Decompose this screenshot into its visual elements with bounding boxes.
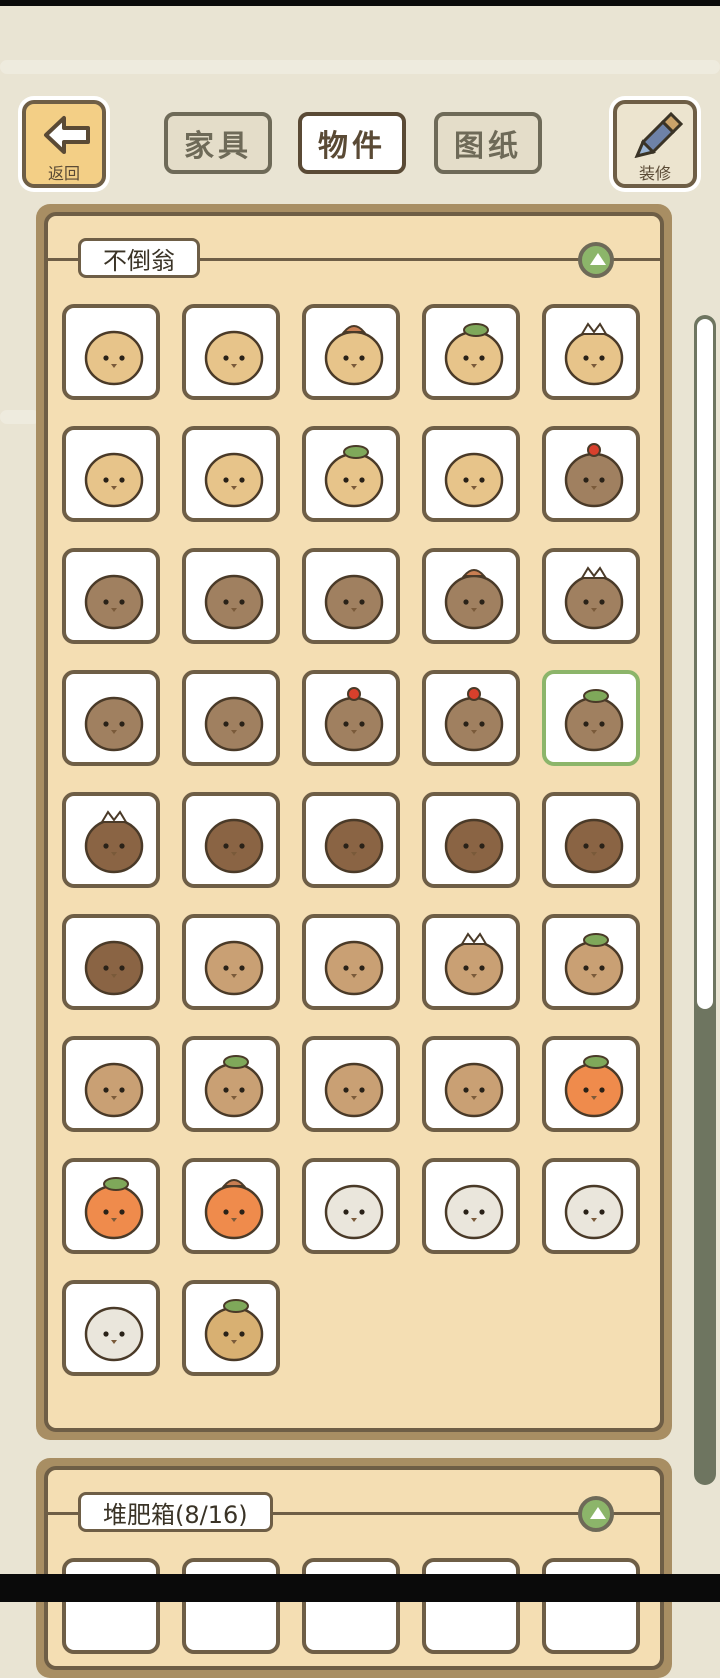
item-tile[interactable] [422, 548, 520, 644]
item-tile[interactable] [542, 426, 640, 522]
item-tile[interactable] [422, 1158, 520, 1254]
background-streak [0, 410, 40, 424]
item-tile[interactable] [62, 1558, 160, 1654]
item-tile[interactable] [422, 670, 520, 766]
item-tile[interactable] [182, 1558, 280, 1654]
section-title: 堆肥箱(8/16) [78, 1492, 273, 1532]
back-label: 返回 [47, 164, 80, 183]
item-tile[interactable] [302, 304, 400, 400]
item-tile[interactable] [302, 1036, 400, 1132]
item-tile[interactable] [182, 792, 280, 888]
item-tile[interactable] [182, 1280, 280, 1376]
item-tile[interactable] [422, 1036, 520, 1132]
decorate-button[interactable]: 装修 [613, 100, 697, 188]
back-button[interactable]: 返回 [22, 100, 106, 188]
item-tile[interactable] [302, 1558, 400, 1654]
item-tile[interactable] [182, 426, 280, 522]
item-tile[interactable] [302, 792, 400, 888]
item-tile[interactable] [62, 304, 160, 400]
collapse-button[interactable] [578, 1496, 614, 1532]
section-panel-tumbler: 不倒翁 [36, 204, 672, 1440]
item-tile[interactable] [542, 914, 640, 1010]
item-tile[interactable] [302, 548, 400, 644]
arrow-left-icon [44, 116, 90, 154]
status-bar [0, 0, 720, 6]
item-tile[interactable] [182, 914, 280, 1010]
item-tile[interactable] [542, 548, 640, 644]
item-tile[interactable] [542, 1558, 640, 1654]
item-tile[interactable] [182, 1036, 280, 1132]
tab-furniture[interactable]: 家具 [164, 112, 272, 174]
item-tile[interactable] [542, 792, 640, 888]
paint-brush-icon [634, 112, 683, 158]
tab-blueprints[interactable]: 图纸 [434, 112, 542, 174]
item-tile[interactable] [62, 1158, 160, 1254]
scrollbar-thumb[interactable] [697, 319, 713, 1009]
item-tile[interactable] [422, 426, 520, 522]
item-tile[interactable] [542, 304, 640, 400]
navigation-bar [0, 1574, 720, 1602]
item-tile[interactable] [62, 426, 160, 522]
item-tile[interactable] [542, 1036, 640, 1132]
section-panel-compost: 堆肥箱(8/16) [36, 1458, 672, 1678]
tab-items[interactable]: 物件 [298, 112, 406, 174]
item-tile[interactable] [62, 1280, 160, 1376]
item-tile[interactable] [62, 1036, 160, 1132]
item-tile[interactable] [542, 670, 640, 766]
item-tile[interactable] [302, 914, 400, 1010]
item-tile[interactable] [302, 1158, 400, 1254]
item-tile[interactable] [182, 548, 280, 644]
item-tile[interactable] [422, 792, 520, 888]
item-tile[interactable] [302, 670, 400, 766]
item-tile[interactable] [182, 1158, 280, 1254]
item-tile[interactable] [302, 426, 400, 522]
scrollbar[interactable] [694, 315, 720, 1485]
item-tile[interactable] [422, 1558, 520, 1654]
section-title: 不倒翁 [78, 238, 200, 278]
item-tile[interactable] [62, 670, 160, 766]
item-tile[interactable] [182, 304, 280, 400]
background-streak [0, 60, 720, 74]
item-tile[interactable] [422, 304, 520, 400]
item-tile[interactable] [62, 548, 160, 644]
decorate-label: 装修 [638, 164, 671, 183]
item-tile[interactable] [182, 670, 280, 766]
collapse-button[interactable] [578, 242, 614, 278]
item-tile[interactable] [542, 1158, 640, 1254]
item-tile[interactable] [422, 914, 520, 1010]
item-tile[interactable] [62, 914, 160, 1010]
item-tile[interactable] [62, 792, 160, 888]
